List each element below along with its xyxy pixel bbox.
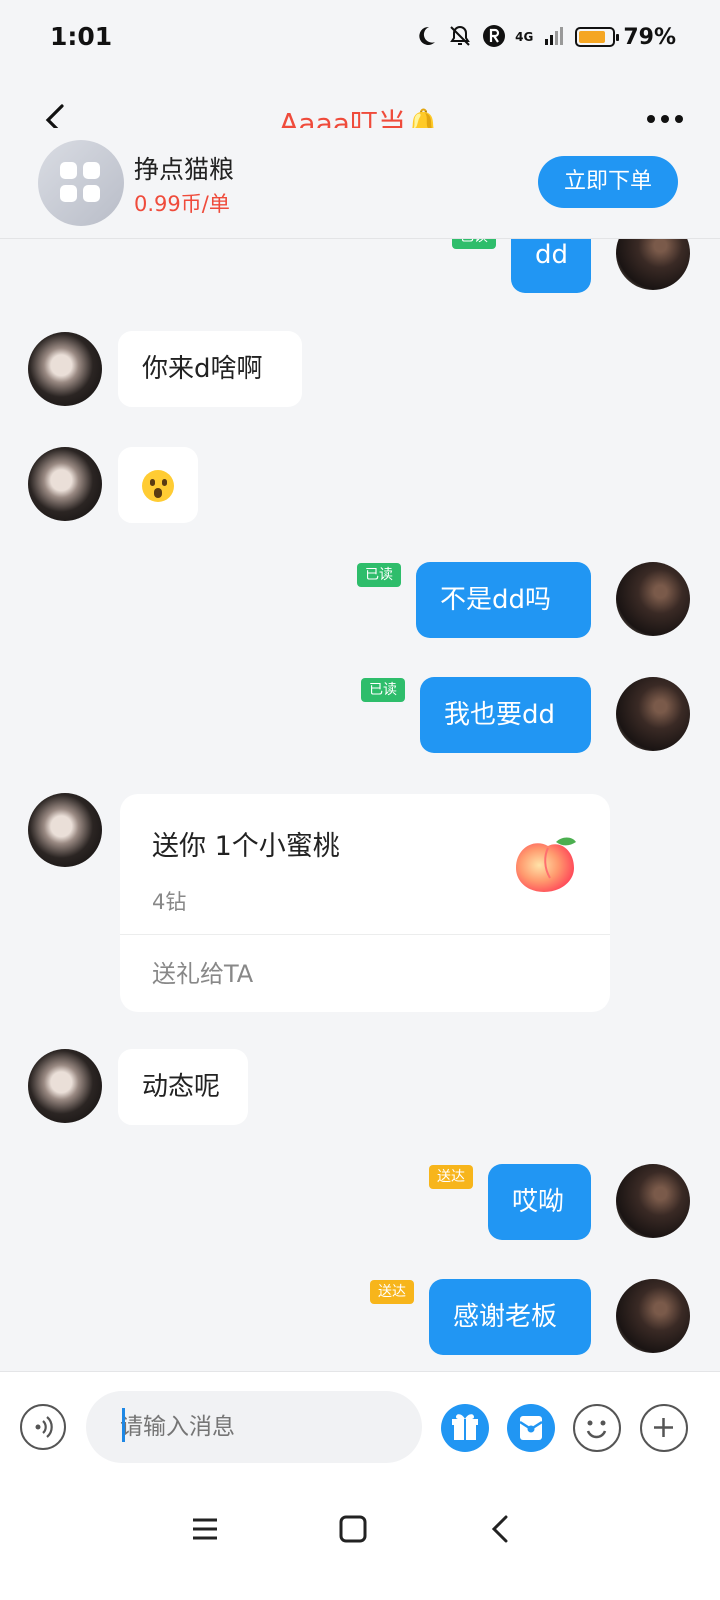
peach-icon — [512, 832, 580, 896]
order-now-button[interactable]: 立即下单 — [538, 156, 678, 208]
red-packet-icon[interactable] — [507, 1404, 555, 1452]
message-bubble[interactable]: 哎呦 — [488, 1164, 591, 1240]
my-avatar[interactable] — [616, 1279, 690, 1353]
sent-tag: 送达 — [429, 1165, 473, 1189]
read-tag: 已读 — [452, 239, 496, 249]
battery-fill — [579, 31, 605, 43]
text-cursor — [122, 1408, 125, 1442]
emoji-icon[interactable] — [573, 1404, 621, 1452]
bell-off-icon — [447, 24, 473, 50]
r-badge-icon — [481, 24, 507, 50]
message-bubble[interactable]: 感谢老板 — [429, 1279, 591, 1355]
status-bar: 1:01 4G 79% — [0, 0, 720, 80]
gift-icon[interactable] — [441, 1404, 489, 1452]
message-bubble[interactable]: 我也要dd — [420, 677, 591, 753]
system-nav-bar — [0, 1483, 720, 1600]
input-bar — [0, 1371, 720, 1484]
menu-icon[interactable] — [183, 1507, 227, 1551]
battery-icon — [575, 27, 620, 47]
read-tag: 已读 — [357, 563, 401, 587]
service-price: 0.99币/单 — [134, 192, 230, 216]
contact-avatar[interactable] — [28, 332, 102, 406]
status-icons: 4G 79% — [413, 24, 676, 50]
message-bubble[interactable]: 动态呢 — [118, 1049, 248, 1125]
nav-back-icon[interactable] — [479, 1507, 523, 1551]
home-icon[interactable] — [331, 1507, 375, 1551]
sent-tag: 送达 — [370, 1280, 414, 1304]
my-avatar[interactable] — [616, 677, 690, 751]
my-avatar[interactable] — [616, 562, 690, 636]
voice-icon[interactable] — [20, 1404, 66, 1450]
contact-avatar[interactable] — [28, 793, 102, 867]
message-input[interactable] — [86, 1391, 422, 1463]
signal-icon — [541, 24, 567, 50]
message-bubble[interactable]: 你来d啥啊 — [118, 331, 302, 407]
gift-cost: 4钻 — [152, 890, 187, 914]
emoji-bubble[interactable] — [118, 447, 198, 523]
send-gift-link[interactable]: 送礼给TA — [152, 954, 253, 989]
message-bubble[interactable]: dd — [511, 239, 591, 293]
message-bubble[interactable]: 不是dd吗 — [416, 562, 591, 638]
moon-icon — [413, 24, 439, 50]
hushed-face-icon — [142, 469, 174, 502]
service-avatar — [38, 140, 124, 226]
battery-percent: 79% — [623, 24, 676, 50]
order-bar: 挣点猫粮 0.99币/单 立即下单 — [0, 128, 720, 239]
gift-card[interactable]: 送你 1个小蜜桃 4钻 送礼给TA — [120, 794, 610, 1012]
network-type: 4G — [515, 30, 534, 44]
more-icon[interactable] — [644, 108, 690, 128]
status-time: 1:01 — [50, 22, 113, 51]
plus-icon[interactable] — [640, 1404, 688, 1452]
gift-divider — [120, 934, 610, 935]
service-name: 挣点猫粮 — [134, 155, 235, 184]
read-tag: 已读 — [361, 678, 405, 702]
grid-icon — [60, 162, 102, 204]
chat-list[interactable]: 已读 dd 你来d啥啊 已读 不是dd吗 已读 我也要dd 送你 1个小蜜桃 4… — [0, 239, 720, 1371]
gift-title: 送你 1个小蜜桃 — [152, 831, 340, 862]
contact-avatar[interactable] — [28, 1049, 102, 1123]
my-avatar[interactable] — [616, 239, 690, 290]
my-avatar[interactable] — [616, 1164, 690, 1238]
contact-avatar[interactable] — [28, 447, 102, 521]
